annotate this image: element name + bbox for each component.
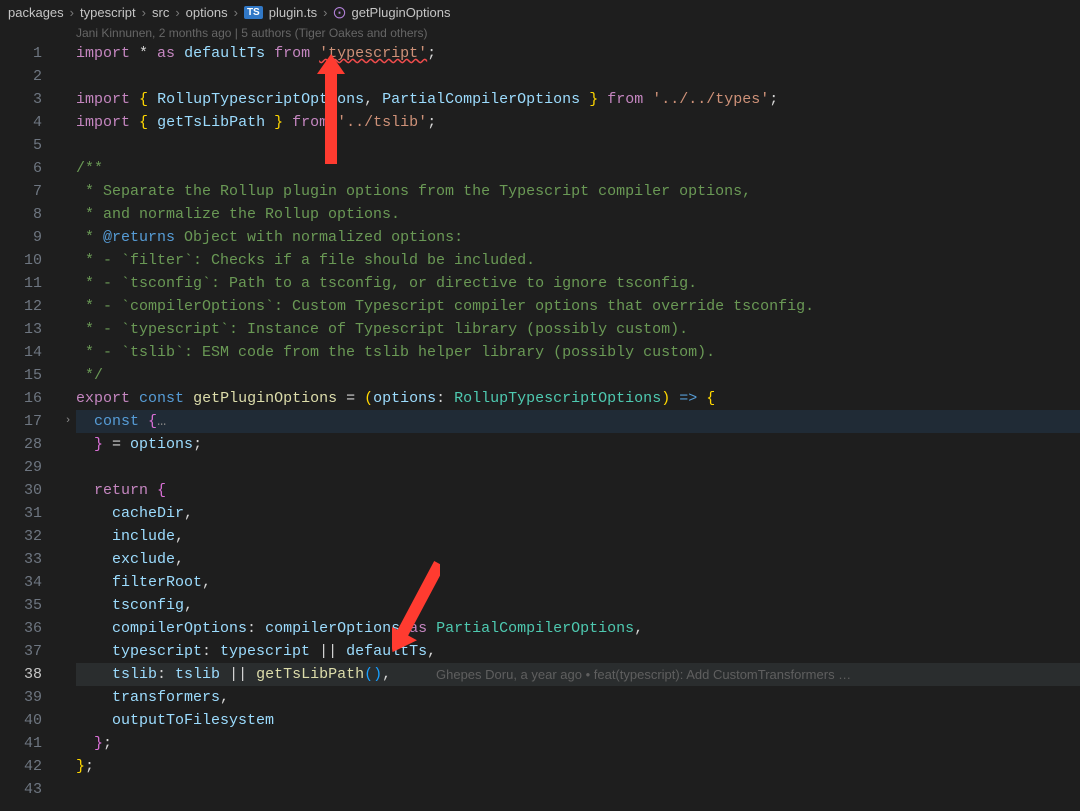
chevron-right-icon: ›	[70, 5, 74, 20]
breadcrumb: packages › typescript › src › options › …	[0, 0, 1080, 24]
code-line[interactable]: import * as defaultTs from 'typescript';	[76, 42, 1080, 65]
line-number: 43	[0, 778, 60, 801]
line-number: 32	[0, 525, 60, 548]
breadcrumb-item[interactable]: packages	[8, 5, 64, 20]
code-line[interactable]	[76, 456, 1080, 479]
line-number: 4	[0, 111, 60, 134]
code-line[interactable]: filterRoot,	[76, 571, 1080, 594]
line-number: 36	[0, 617, 60, 640]
fold-gutter: ›	[60, 42, 76, 801]
line-number: 12	[0, 295, 60, 318]
line-number: 5	[0, 134, 60, 157]
line-number: 30	[0, 479, 60, 502]
code-line[interactable]: };	[76, 755, 1080, 778]
code-line[interactable]: * - `compilerOptions`: Custom Typescript…	[76, 295, 1080, 318]
code-area[interactable]: import * as defaultTs from 'typescript';…	[76, 42, 1080, 801]
line-number: 1	[0, 42, 60, 65]
line-number: 37	[0, 640, 60, 663]
code-line[interactable]: tsconfig,	[76, 594, 1080, 617]
breadcrumb-item[interactable]: src	[152, 5, 169, 20]
fold-chevron-icon[interactable]: ›	[60, 410, 76, 433]
chevron-right-icon: ›	[175, 5, 179, 20]
line-number: 35	[0, 594, 60, 617]
code-editor[interactable]: 1234567891011121314151617282930313233343…	[0, 42, 1080, 801]
code-line[interactable]: typescript: typescript || defaultTs,	[76, 640, 1080, 663]
code-line[interactable]	[76, 134, 1080, 157]
code-line[interactable]: * - `filter`: Checks if a file should be…	[76, 249, 1080, 272]
code-line[interactable]: cacheDir,	[76, 502, 1080, 525]
line-number: 39	[0, 686, 60, 709]
line-number: 31	[0, 502, 60, 525]
method-icon: ⨀	[333, 5, 345, 19]
breadcrumb-item[interactable]: options	[186, 5, 228, 20]
line-number: 34	[0, 571, 60, 594]
chevron-right-icon: ›	[234, 5, 238, 20]
code-line[interactable]	[76, 778, 1080, 801]
line-number: 38	[0, 663, 60, 686]
line-number: 28	[0, 433, 60, 456]
line-number: 29	[0, 456, 60, 479]
line-number: 42	[0, 755, 60, 778]
git-authors-codelens[interactable]: Jani Kinnunen, 2 months ago | 5 authors …	[0, 24, 1080, 42]
code-line[interactable]: /**	[76, 157, 1080, 180]
code-line[interactable]: tslib: tslib || getTsLibPath(),Ghepes Do…	[76, 663, 1080, 686]
line-number: 16	[0, 387, 60, 410]
code-line[interactable]: } = options;	[76, 433, 1080, 456]
line-number: 15	[0, 364, 60, 387]
line-number: 9	[0, 226, 60, 249]
line-number: 6	[0, 157, 60, 180]
line-number-gutter: 1234567891011121314151617282930313233343…	[0, 42, 60, 801]
typescript-file-icon: TS	[244, 6, 263, 19]
git-blame-inline[interactable]: Ghepes Doru, a year ago • feat(typescrip…	[436, 663, 851, 686]
line-number: 10	[0, 249, 60, 272]
code-line[interactable]: import { getTsLibPath } from '../tslib';	[76, 111, 1080, 134]
code-line[interactable]: * and normalize the Rollup options.	[76, 203, 1080, 226]
line-number: 13	[0, 318, 60, 341]
code-line[interactable]: * - `tslib`: ESM code from the tslib hel…	[76, 341, 1080, 364]
code-line[interactable]: * - `tsconfig`: Path to a tsconfig, or d…	[76, 272, 1080, 295]
code-line[interactable]: */	[76, 364, 1080, 387]
code-line[interactable]: };	[76, 732, 1080, 755]
code-line[interactable]: include,	[76, 525, 1080, 548]
code-line[interactable]	[76, 65, 1080, 88]
breadcrumb-item[interactable]: typescript	[80, 5, 136, 20]
line-number: 11	[0, 272, 60, 295]
code-line[interactable]: export const getPluginOptions = (options…	[76, 387, 1080, 410]
line-number: 8	[0, 203, 60, 226]
breadcrumb-symbol[interactable]: getPluginOptions	[351, 5, 450, 20]
code-line[interactable]: * - `typescript`: Instance of Typescript…	[76, 318, 1080, 341]
line-number: 14	[0, 341, 60, 364]
code-line[interactable]: import { RollupTypescriptOptions, Partia…	[76, 88, 1080, 111]
chevron-right-icon: ›	[323, 5, 327, 20]
line-number: 2	[0, 65, 60, 88]
breadcrumb-file[interactable]: plugin.ts	[269, 5, 317, 20]
line-number: 33	[0, 548, 60, 571]
chevron-right-icon: ›	[142, 5, 146, 20]
code-line[interactable]: transformers,	[76, 686, 1080, 709]
code-line[interactable]: return {	[76, 479, 1080, 502]
code-line[interactable]: * Separate the Rollup plugin options fro…	[76, 180, 1080, 203]
line-number: 40	[0, 709, 60, 732]
code-line[interactable]: * @returns Object with normalized option…	[76, 226, 1080, 249]
code-line[interactable]: compilerOptions: compilerOptions as Part…	[76, 617, 1080, 640]
line-number: 41	[0, 732, 60, 755]
code-line[interactable]: exclude,	[76, 548, 1080, 571]
code-line[interactable]: outputToFilesystem	[76, 709, 1080, 732]
code-line[interactable]: const {…	[76, 410, 1080, 433]
line-number: 7	[0, 180, 60, 203]
line-number: 17	[0, 410, 60, 433]
line-number: 3	[0, 88, 60, 111]
